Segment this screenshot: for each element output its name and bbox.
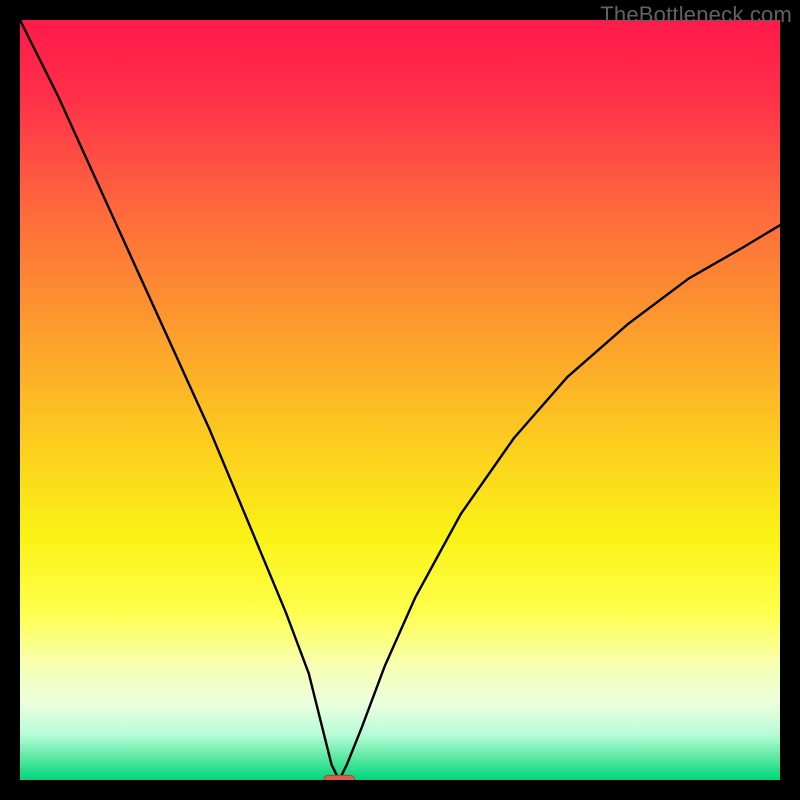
watermark-text: TheBottleneck.com xyxy=(600,2,792,28)
gradient-background xyxy=(20,20,780,780)
chart-frame xyxy=(20,20,780,780)
bottleneck-chart xyxy=(20,20,780,780)
optimum-marker xyxy=(324,775,354,780)
